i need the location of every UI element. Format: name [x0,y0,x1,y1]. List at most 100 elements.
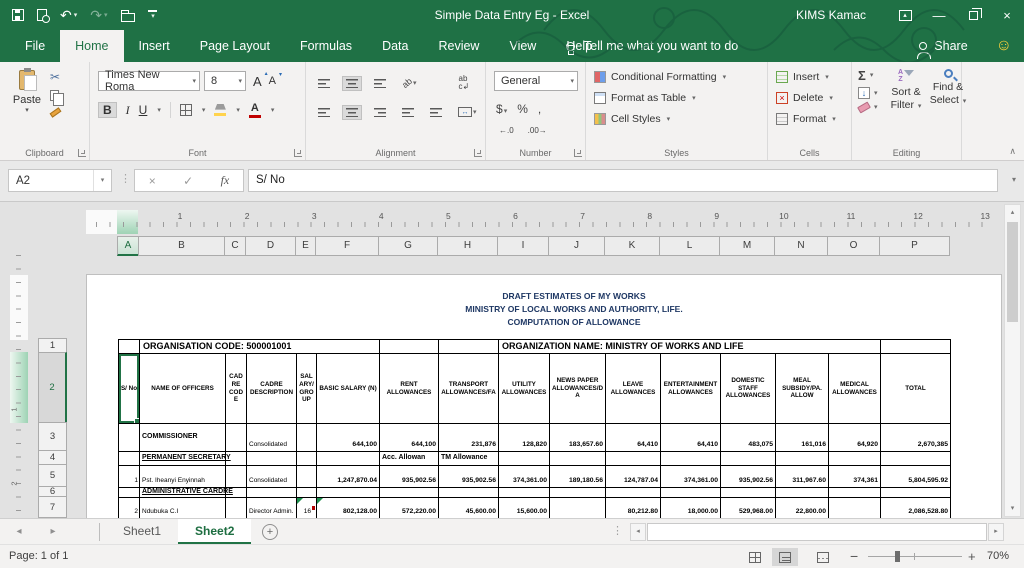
sheet-tab-sheet1[interactable]: Sheet1 [106,519,178,545]
number-format-dropdown-icon[interactable]: ▾ [570,77,574,85]
vertical-scrollbar-thumb[interactable] [1007,222,1018,322]
clipboard-dialog-launcher[interactable] [78,149,86,157]
cell-r2c7[interactable]: RENT ALLOWANCES [379,353,439,424]
cell-r4c9[interactable] [498,451,550,466]
name-box[interactable]: A2 ▾ [8,169,112,192]
orientation-button[interactable]: ab ▾ [398,75,421,91]
column-header-H[interactable]: H [437,236,498,256]
scroll-up-icon[interactable]: ▴ [1005,205,1020,220]
cell-r1c9[interactable]: ORGANIZATION NAME: MINISTRY OF WORKS AND… [498,339,881,354]
cell-r5c2[interactable]: Pst. Iheanyi Enyinnah [139,465,226,488]
cell-r7c12[interactable]: 18,000.00 [660,497,721,518]
normal-view-button[interactable] [742,548,768,566]
cell-r4c1[interactable] [118,451,140,466]
column-header-A[interactable]: A [117,236,139,256]
align-top-button[interactable] [314,76,334,91]
redo-button[interactable]: ↷ ▾ [90,8,107,22]
cell-r5c8[interactable]: 935,902.56 [438,465,499,488]
column-header-C[interactable]: C [224,236,246,256]
menu-tab-page-layout[interactable]: Page Layout [185,30,285,62]
cell-r3c6[interactable]: 644,100 [316,423,380,452]
signed-in-user[interactable]: KIMS Kamac [796,8,866,22]
menu-tab-review[interactable]: Review [423,30,494,62]
column-header-E[interactable]: E [295,236,316,256]
cell-r1c16[interactable] [880,339,951,354]
formula-input[interactable]: S/ No [248,169,998,192]
save-button[interactable] [12,9,24,21]
page-break-view-button[interactable] [810,548,836,566]
cell-r3c9[interactable]: 128,820 [498,423,550,452]
cell-r3c3[interactable] [225,423,247,452]
cell-r7c15[interactable] [828,497,881,518]
wrap-text-button[interactable]: ab c↲ [455,72,474,94]
cell-r1c2[interactable]: ORGANISATION CODE: 500001001 [139,339,380,354]
fill-color-dropdown-icon[interactable]: ▾ [236,106,240,114]
font-name-dropdown-icon[interactable]: ▾ [192,77,196,85]
name-box-dropdown-icon[interactable]: ▾ [93,170,111,191]
cell-r3c11[interactable]: 64,410 [605,423,661,452]
italic-button[interactable]: I [126,103,130,118]
row-header-4[interactable]: 4 [38,450,67,465]
cell-r7c9[interactable]: 15,600.00 [498,497,550,518]
increase-indent-button[interactable] [426,105,446,120]
cell-r3c13[interactable]: 483,075 [720,423,776,452]
sheet-nav-left-icon[interactable]: ◂ [8,519,30,545]
cell-r7c14[interactable]: 22,800.00 [775,497,829,518]
percent-style-button[interactable]: % [517,102,528,116]
increase-font-size-button[interactable]: A ▴ [253,71,268,89]
cell-r4c14[interactable] [775,451,829,466]
tab-split-handle-icon[interactable]: ⋮ [612,524,623,537]
cell-r1c8[interactable] [438,339,499,354]
column-header-O[interactable]: O [827,236,880,256]
collapse-ribbon-button[interactable]: ∧ [1009,146,1016,157]
sheet-tab-sheet2[interactable]: Sheet2 [178,519,252,545]
cell-r7c5[interactable]: 16 [296,497,317,518]
cell-r7c11[interactable]: 80,212.80 [605,497,661,518]
cell-r2c1[interactable]: S/ No [118,353,140,424]
menu-tab-insert[interactable]: Insert [124,30,185,62]
alignment-dialog-launcher[interactable] [474,149,482,157]
insert-cells-button[interactable]: Insert ▾ [770,68,842,86]
column-header-M[interactable]: M [719,236,775,256]
cell-r4c2[interactable]: PERMANENT SECRETARY [139,451,231,466]
tell-me-box[interactable]: Tell me what you want to do [566,30,738,62]
cell-r5c1[interactable]: 1 [118,465,140,488]
cell-r4c7[interactable]: Acc. Allowan [379,451,439,466]
horizontal-scrollbar-thumb[interactable] [647,523,987,541]
paste-button[interactable]: Paste ▾ [8,68,46,140]
cell-r2c11[interactable]: LEAVE ALLOWANCES [605,353,661,424]
column-header-N[interactable]: N [774,236,828,256]
row-header-2[interactable]: 2 [38,352,67,423]
cell-r5c10[interactable]: 189,180.56 [549,465,606,488]
cell-r2c15[interactable]: MEDICAL ALLOWANCES [828,353,881,424]
feedback-smiley-icon[interactable]: ☺ [996,37,1012,55]
number-format-combobox[interactable]: General ▾ [494,71,578,91]
cell-r1c1[interactable] [118,339,140,354]
cell-r5c11[interactable]: 124,787.04 [605,465,661,488]
cell-r2c13[interactable]: DOMESTIC STAFF ALLOWANCES [720,353,776,424]
fill-button[interactable]: ↓ ▾ [858,87,878,99]
cell-r5c6[interactable]: 1,247,870.04 [316,465,380,488]
cell-r3c14[interactable]: 161,016 [775,423,829,452]
cell-r4c12[interactable] [660,451,721,466]
customize-qat-button[interactable]: ▾ [147,10,157,20]
redo-dropdown-icon[interactable]: ▾ [104,12,108,19]
column-header-G[interactable]: G [378,236,438,256]
column-header-F[interactable]: F [315,236,379,256]
row-header-3[interactable]: 3 [38,422,67,451]
zoom-out-button[interactable]: − [850,545,858,568]
column-header-I[interactable]: I [497,236,549,256]
cell-r2c12[interactable]: ENTERTAINMENT ALLOWANCES [660,353,721,424]
autosum-button[interactable]: Σ ▾ [858,69,878,82]
cell-r5c4[interactable]: Consolidated [246,465,297,488]
cell-r2c10[interactable]: NEWS PAPER ALLOWANCES/DA [549,353,606,424]
enter-button[interactable]: ✓ [183,174,193,188]
increase-decimal-button[interactable]: ←.0 [496,124,517,137]
decrease-decimal-button[interactable]: .00→ [525,124,550,137]
font-color-button[interactable]: A [248,102,261,118]
expand-formula-bar-icon[interactable]: ▾ [1012,175,1016,184]
cell-r5c12[interactable]: 374,361.00 [660,465,721,488]
undo-button[interactable]: ↶ ▾ [60,8,77,22]
menu-tab-data[interactable]: Data [367,30,423,62]
cell-r5c15[interactable]: 374,361 [828,465,881,488]
